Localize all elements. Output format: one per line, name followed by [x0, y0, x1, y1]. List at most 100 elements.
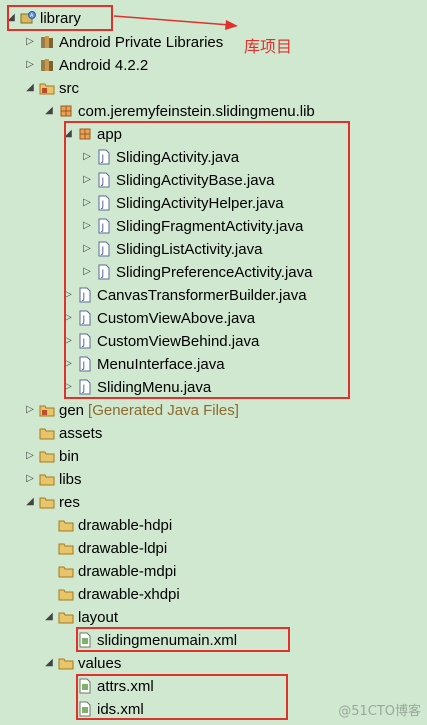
project-icon: A [20, 10, 36, 26]
expanded-arrow-icon[interactable]: ◢ [6, 12, 16, 24]
svg-text:J: J [101, 246, 105, 256]
tree-item[interactable]: drawable-xhdpi [44, 583, 180, 605]
tree-item[interactable]: ▷ J SlidingFragmentActivity.java [82, 215, 303, 237]
tree-item[interactable]: ▷ J SlidingPreferenceActivity.java [82, 261, 312, 283]
tree-item[interactable]: drawable-hdpi [44, 514, 172, 536]
tree-item-decoration: [Generated Java Files] [88, 401, 239, 419]
tree-item[interactable]: ▷ J CanvasTransformerBuilder.java [63, 284, 307, 306]
tree-item[interactable]: assets [25, 422, 102, 444]
collapsed-arrow-icon[interactable]: ▷ [25, 36, 35, 48]
expanded-arrow-icon[interactable]: ◢ [44, 105, 54, 117]
tree-item[interactable]: ▷ J SlidingActivityBase.java [82, 169, 274, 191]
collapsed-arrow-icon[interactable]: ▷ [63, 312, 73, 324]
tree-item[interactable]: ▷ bin [25, 445, 79, 467]
tree-item-label: SlidingPreferenceActivity.java [116, 263, 313, 281]
folder-icon [58, 655, 74, 671]
java-file-icon: J [96, 241, 112, 257]
tree-item[interactable]: slidingmenumain.xml [63, 629, 237, 651]
tree-item[interactable]: ▷ Android 4.2.2 [25, 54, 148, 76]
collapsed-arrow-icon[interactable]: ▷ [63, 289, 73, 301]
source-folder-icon [39, 80, 55, 96]
tree-item[interactable]: ▷ J SlidingMenu.java [63, 376, 211, 398]
expanded-arrow-icon[interactable]: ◢ [25, 496, 35, 508]
tree-item-label: layout [78, 608, 119, 626]
svg-text:J: J [101, 200, 105, 210]
annotation-text: 库项目 [244, 37, 293, 56]
tree-item[interactable]: ▷ J CustomViewAbove.java [63, 307, 255, 329]
java-file-icon: J [77, 356, 93, 372]
collapsed-arrow-icon[interactable]: ▷ [25, 404, 35, 416]
tree-item[interactable]: ◢ layout [44, 606, 118, 628]
collapsed-arrow-icon[interactable]: ▷ [25, 450, 35, 462]
collapsed-arrow-icon[interactable]: ▷ [82, 174, 92, 186]
no-arrow-spacer [44, 565, 54, 577]
collapsed-arrow-icon[interactable]: ▷ [63, 335, 73, 347]
collapsed-arrow-icon[interactable]: ▷ [82, 151, 92, 163]
tree-item[interactable]: ◢ com.jeremyfeinstein.slidingmenu.lib [44, 100, 315, 122]
no-arrow-spacer [63, 703, 73, 715]
xml-file-icon [77, 632, 93, 648]
collapsed-arrow-icon[interactable]: ▷ [82, 266, 92, 278]
tree-item-label: bin [59, 447, 80, 465]
no-arrow-spacer [44, 588, 54, 600]
tree-item[interactable]: ▷ J SlidingActivityHelper.java [82, 192, 283, 214]
collapsed-arrow-icon[interactable]: ▷ [63, 381, 73, 393]
tree-item[interactable]: ▷ J CustomViewBehind.java [63, 330, 259, 352]
tree-item[interactable]: ▷ J SlidingActivity.java [82, 146, 239, 168]
tree-item-label: MenuInterface.java [97, 355, 225, 373]
tree-item[interactable]: drawable-mdpi [44, 560, 176, 582]
no-arrow-spacer [63, 634, 73, 646]
tree-item[interactable]: ▷ libs [25, 468, 82, 490]
java-file-icon: J [77, 310, 93, 326]
svg-text:J: J [101, 269, 105, 279]
folder-icon [39, 471, 55, 487]
library-icon [39, 57, 55, 73]
no-arrow-spacer [63, 680, 73, 692]
tree-item[interactable]: attrs.xml [63, 675, 154, 697]
tree-item-label: libs [59, 470, 82, 488]
tree-item[interactable]: ▷ gen [Generated Java Files] [25, 399, 239, 421]
folder-icon [39, 425, 55, 441]
tree-item[interactable]: ▷ J SlidingListActivity.java [82, 238, 262, 260]
tree-item-label: attrs.xml [97, 677, 154, 695]
folder-icon [39, 494, 55, 510]
java-file-icon: J [96, 172, 112, 188]
tree-item[interactable]: ◢ res [25, 491, 80, 513]
no-arrow-spacer [44, 542, 54, 554]
tree-item-label: Android 4.2.2 [59, 56, 149, 74]
java-file-icon: J [77, 333, 93, 349]
tree-item-label: slidingmenumain.xml [97, 631, 238, 649]
tree-item[interactable]: drawable-ldpi [44, 537, 167, 559]
collapsed-arrow-icon[interactable]: ▷ [82, 197, 92, 209]
collapsed-arrow-icon[interactable]: ▷ [82, 220, 92, 232]
collapsed-arrow-icon[interactable]: ▷ [25, 59, 35, 71]
folder-icon [39, 448, 55, 464]
collapsed-arrow-icon[interactable]: ▷ [63, 358, 73, 370]
collapsed-arrow-icon[interactable]: ▷ [25, 473, 35, 485]
svg-text:J: J [82, 338, 86, 348]
folder-icon [58, 517, 74, 533]
collapsed-arrow-icon[interactable]: ▷ [82, 243, 92, 255]
expanded-arrow-icon[interactable]: ◢ [63, 128, 73, 140]
tree-item-label: SlidingActivity.java [116, 148, 240, 166]
java-file-icon: J [96, 218, 112, 234]
tree-item-label: CanvasTransformerBuilder.java [97, 286, 307, 304]
tree-item[interactable]: ▷ Android Private Libraries [25, 31, 223, 53]
tree-item[interactable]: ◢ Alibrary [6, 7, 81, 29]
tree-item[interactable]: ◢ app [63, 123, 122, 145]
tree-item-label: SlidingListActivity.java [116, 240, 263, 258]
tree-item-label: drawable-xhdpi [78, 585, 180, 603]
tree-item-label: app [97, 125, 123, 143]
tree-item[interactable]: ids.xml [63, 698, 144, 720]
expanded-arrow-icon[interactable]: ◢ [44, 657, 54, 669]
tree-item[interactable]: ◢ src [25, 77, 79, 99]
folder-icon [58, 609, 74, 625]
xml-file-icon [77, 678, 93, 694]
expanded-arrow-icon[interactable]: ◢ [25, 82, 35, 94]
tree-item[interactable]: ▷ J MenuInterface.java [63, 353, 225, 375]
annotation-arrow-icon [113, 15, 238, 30]
library-icon [39, 34, 55, 50]
tree-item[interactable]: ◢ values [44, 652, 121, 674]
source-folder-icon [39, 402, 55, 418]
expanded-arrow-icon[interactable]: ◢ [44, 611, 54, 623]
